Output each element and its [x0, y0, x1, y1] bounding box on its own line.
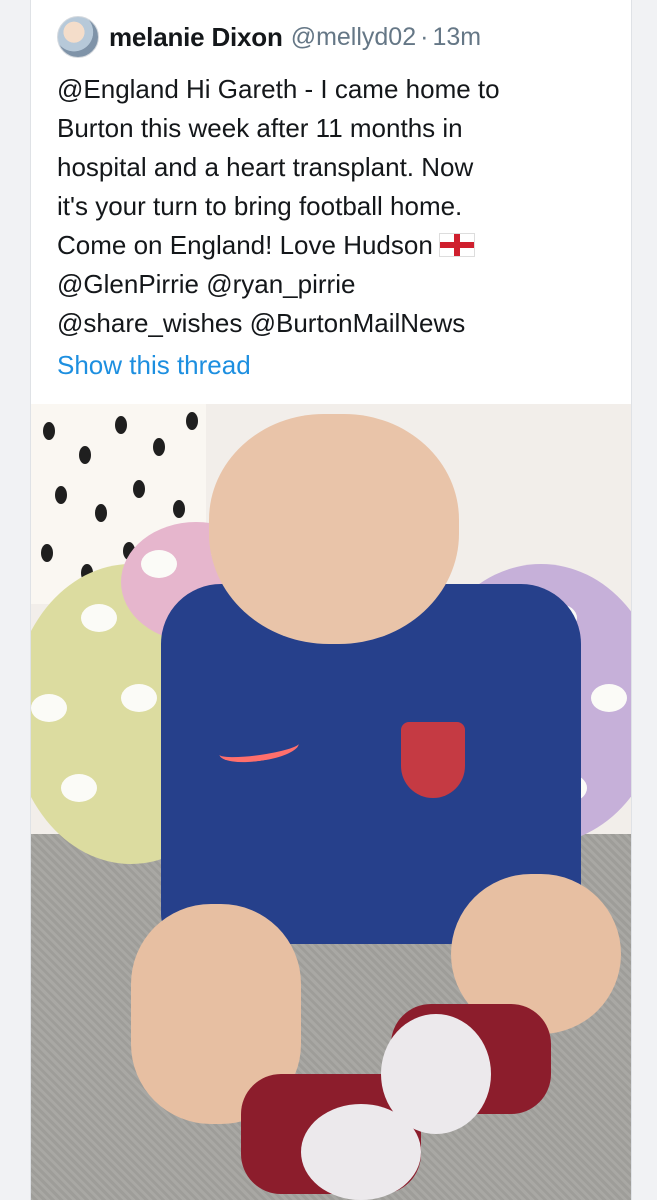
avatar[interactable]: [57, 16, 99, 58]
tweet-text: @England Hi Gareth - I came home to Burt…: [57, 70, 617, 343]
baby-head: [209, 414, 459, 644]
tweet-body: @England Hi Gareth - I came home to Burt…: [57, 74, 500, 260]
tweet-timestamp[interactable]: 13m: [432, 23, 481, 52]
separator-dot: ·: [420, 22, 429, 51]
tweet-photo[interactable]: [31, 404, 631, 1200]
author-name[interactable]: melanie Dixon: [109, 22, 283, 53]
baby-shoe-sole-right: [381, 1014, 491, 1134]
tweet-card[interactable]: melanie Dixon @mellyd02 · 13m @England H…: [30, 0, 632, 1200]
england-flag-icon: [438, 233, 475, 257]
show-thread-link[interactable]: Show this thread: [57, 350, 251, 381]
tweet-mentions[interactable]: @GlenPirrie @ryan_pirrie @share_wishes @…: [57, 269, 465, 338]
england-crest-icon: [401, 722, 465, 798]
author-handle[interactable]: @mellyd02: [291, 23, 416, 52]
tweet-header: melanie Dixon @mellyd02 · 13m: [57, 16, 481, 58]
